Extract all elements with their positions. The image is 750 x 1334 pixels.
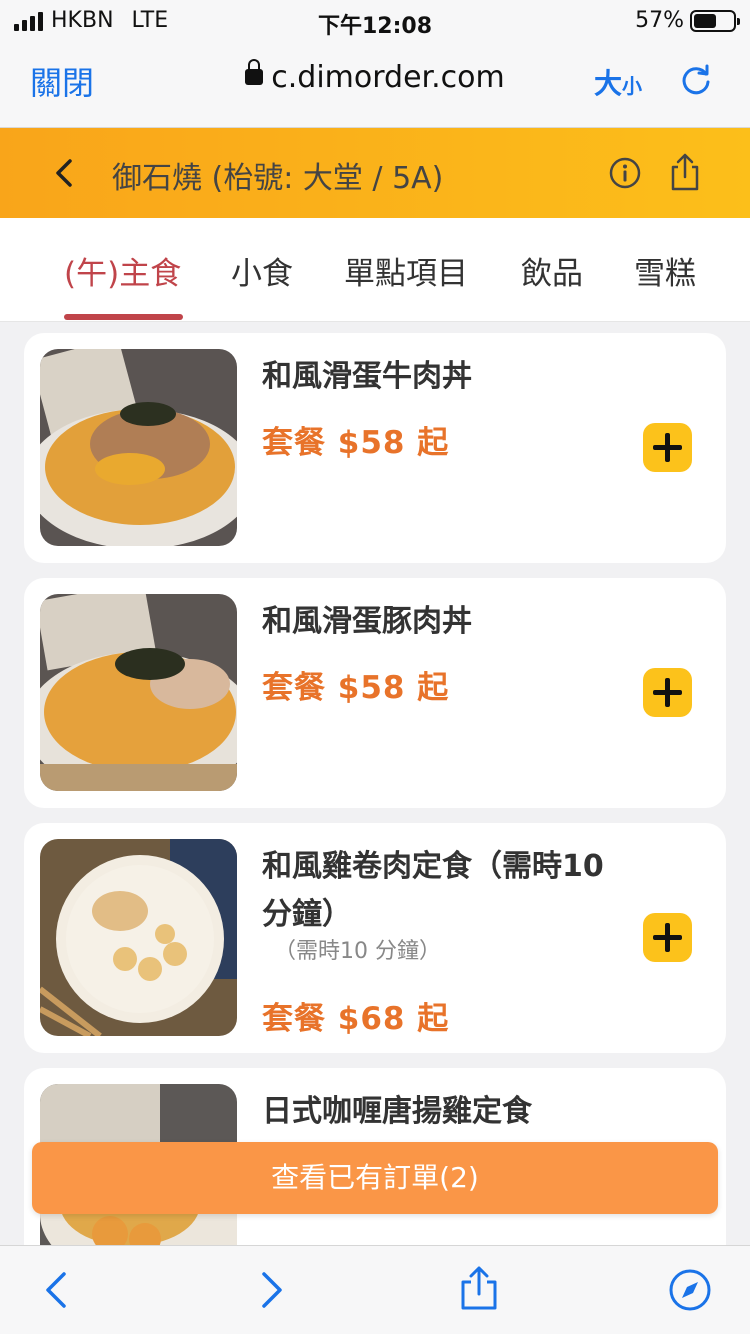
text-size-small-label: 小 bbox=[622, 74, 643, 98]
tab-snacks[interactable]: 小食 bbox=[231, 248, 293, 293]
item-name: 和風雞卷肉定食（需時10 分鐘） bbox=[262, 849, 604, 932]
tab-a-la-carte[interactable]: 單點項目 bbox=[344, 248, 468, 293]
item-name: 日式咖喱唐揚雞定食 bbox=[262, 1094, 532, 1129]
restaurant-header: 御石燒 (枱號: 大堂 / 5A) bbox=[0, 128, 750, 218]
text-size-big-label: 大 bbox=[594, 67, 623, 100]
food-photo bbox=[40, 349, 237, 546]
url-text: c.dimorder.com bbox=[271, 60, 505, 95]
food-photo bbox=[40, 594, 237, 791]
battery-icon bbox=[690, 9, 740, 32]
reload-icon[interactable] bbox=[678, 62, 714, 98]
item-price: 套餐 $58 起 bbox=[262, 670, 450, 706]
item-note: （需時10 分鐘） bbox=[274, 939, 441, 964]
browser-toolbar bbox=[0, 1245, 750, 1334]
lock-icon bbox=[245, 58, 264, 85]
text-size-button[interactable]: 大小 bbox=[594, 62, 642, 102]
item-price: 套餐 $68 起 bbox=[262, 1001, 450, 1037]
share-icon[interactable] bbox=[457, 1264, 501, 1312]
item-price: 套餐 $58 起 bbox=[262, 425, 450, 461]
item-name: 和風滑蛋豚肉丼 bbox=[262, 604, 472, 639]
battery-percent: 57% bbox=[635, 8, 684, 33]
info-icon[interactable] bbox=[608, 156, 642, 190]
restaurant-title: 御石燒 (枱號: 大堂 / 5A) bbox=[112, 161, 444, 196]
forward-icon[interactable] bbox=[248, 1268, 292, 1312]
food-photo bbox=[40, 839, 237, 1036]
tab-ice-cream[interactable]: 雪糕 bbox=[634, 248, 696, 293]
back-icon[interactable] bbox=[36, 1268, 80, 1312]
add-to-cart-button[interactable] bbox=[643, 913, 692, 962]
menu-item-card[interactable]: 和風雞卷肉定食（需時10 分鐘） （需時10 分鐘） 套餐 $68 起 bbox=[24, 823, 726, 1053]
add-to-cart-button[interactable] bbox=[643, 423, 692, 472]
add-to-cart-button[interactable] bbox=[643, 668, 692, 717]
category-tabs: (午)主食 小食 單點項目 飲品 雪糕 bbox=[0, 218, 750, 322]
tab-drinks[interactable]: 飲品 bbox=[521, 248, 583, 293]
tab-lunch-main[interactable]: (午)主食 bbox=[64, 248, 181, 293]
status-bar: HKBN LTE 下午12:08 57% bbox=[0, 0, 750, 42]
active-tab-indicator bbox=[64, 314, 183, 320]
browser-url-bar: 關閉 c.dimorder.com 大小 bbox=[0, 42, 750, 128]
view-orders-button[interactable]: 查看已有訂單(2) bbox=[32, 1142, 718, 1214]
status-right: 57% bbox=[635, 8, 740, 33]
compass-icon[interactable] bbox=[668, 1268, 712, 1312]
share-icon[interactable] bbox=[668, 152, 702, 192]
menu-item-card[interactable]: 和風滑蛋豚肉丼 套餐 $58 起 bbox=[24, 578, 726, 808]
back-icon[interactable] bbox=[50, 156, 80, 190]
item-name: 和風滑蛋牛肉丼 bbox=[262, 359, 472, 394]
menu-item-card[interactable]: 和風滑蛋牛肉丼 套餐 $58 起 bbox=[24, 333, 726, 563]
